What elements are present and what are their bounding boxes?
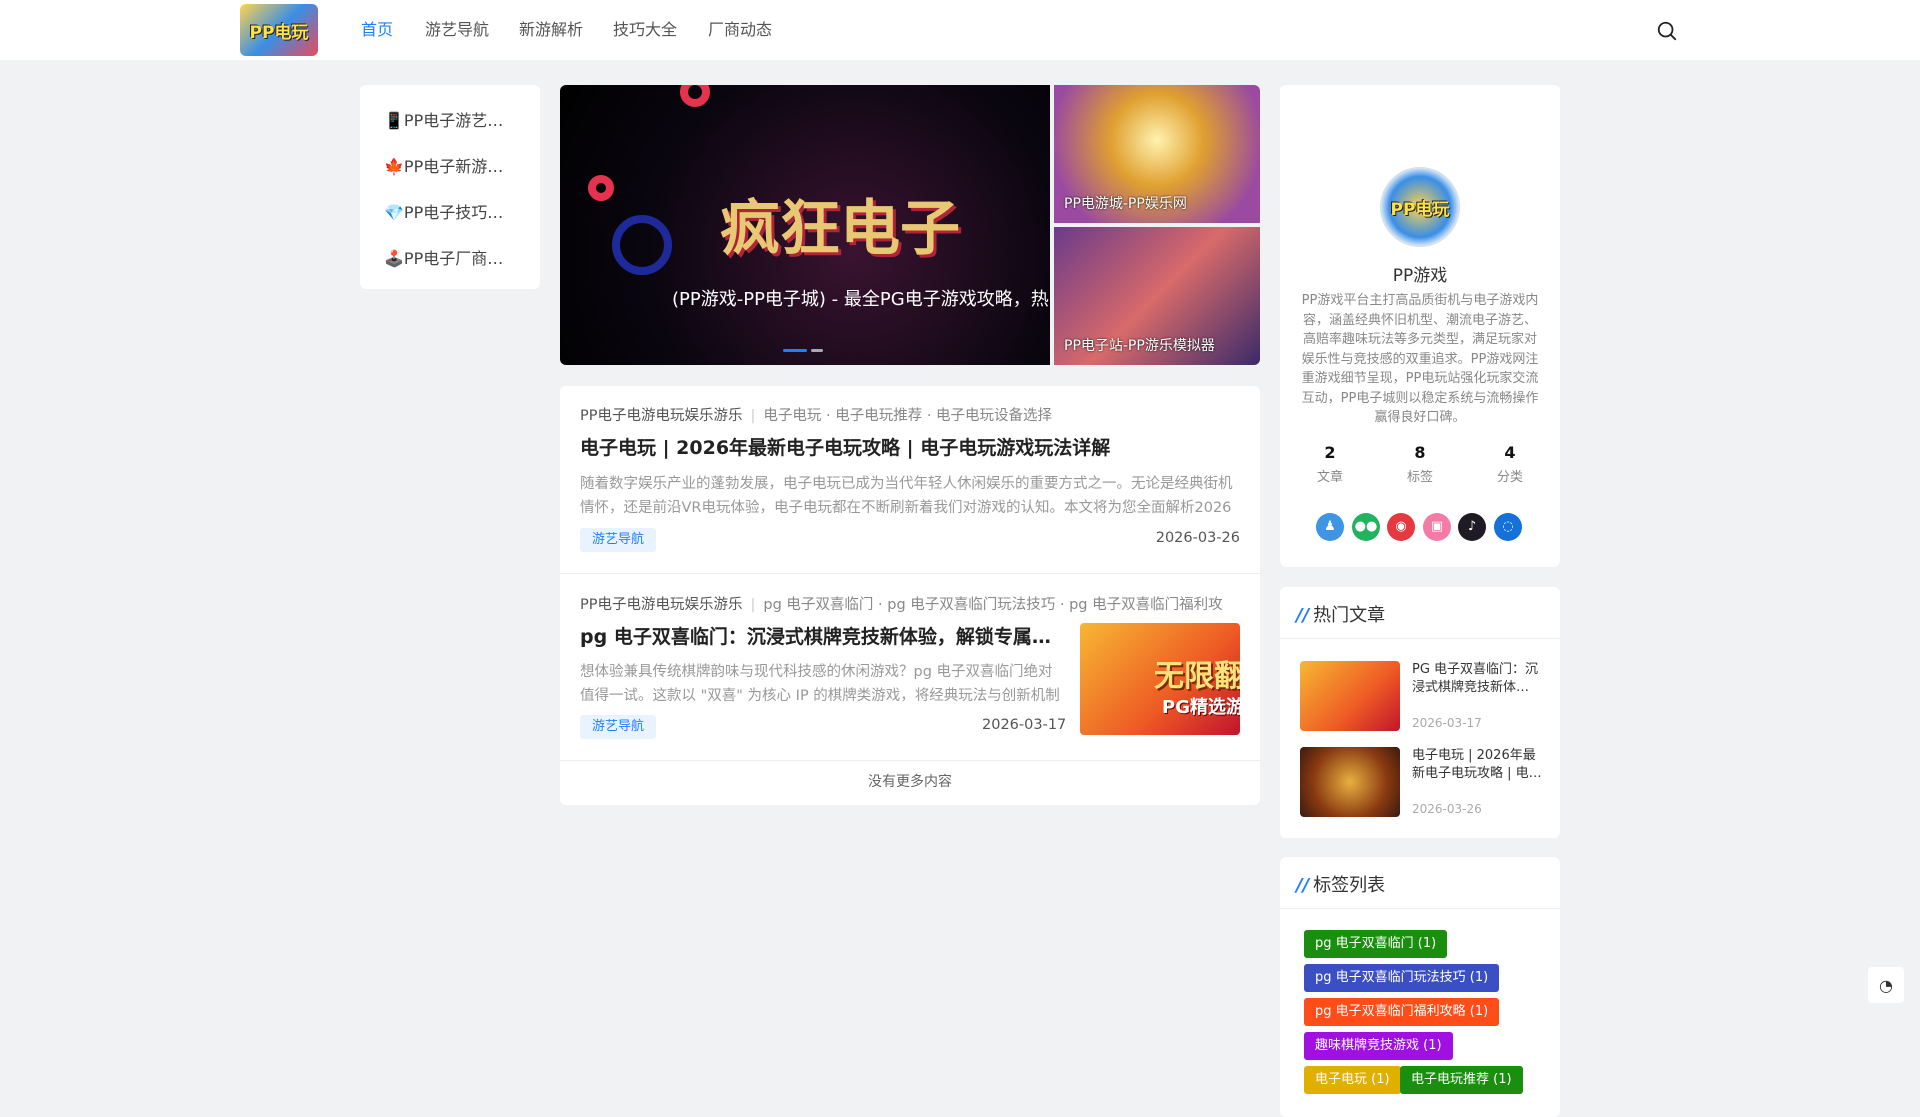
article-tags[interactable]: 电子电玩 · 电子电玩推荐 · 电子电玩设备选择	[763, 408, 1052, 424]
qq-icon[interactable]: ♟	[1316, 513, 1344, 541]
side-caption: PP电游城-PP娱乐网	[1064, 196, 1187, 212]
menu-label: PP电子技巧…	[403, 203, 504, 222]
carousel-side-1[interactable]: PP电游城-PP娱乐网	[1054, 85, 1260, 223]
phone-icon: 📱	[384, 111, 404, 130]
article-meta: PP电子电游电玩娱乐游乐 | 电子电玩 · 电子电玩推荐 · 电子电玩设备选择	[580, 408, 1053, 424]
carousel-side-2[interactable]: PP电子站-PP游乐模拟器	[1054, 227, 1260, 365]
nav-games[interactable]: 游艺导航	[425, 0, 489, 60]
widget-title: //热门文章	[1296, 605, 1386, 626]
article-excerpt: 想体验兼具传统棋牌韵味与现代科技感的休闲游戏？pg 电子双喜临门绝对值得一试。这…	[580, 664, 1060, 704]
profile-description: PP游戏平台主打高品质街机与电子游戏内容，涵盖经典怀旧机型、潮流电子游艺、高赔率…	[1301, 293, 1539, 425]
tag-chip[interactable]: pg 电子双喜临门福利攻略 (1)	[1304, 998, 1500, 1026]
no-more-content: 没有更多内容	[868, 774, 952, 790]
ring-decoration	[612, 215, 672, 275]
widget-title: //标签列表	[1296, 875, 1386, 896]
tag-chip[interactable]: 电子电玩 (1)	[1304, 1066, 1401, 1094]
divider	[1280, 638, 1560, 639]
article-title[interactable]: pg 电子双喜临门：沉浸式棋牌竞技新体验，解锁专属福利	[580, 622, 1065, 649]
menu-item-games[interactable]: 📱PP电子游艺…	[384, 107, 503, 131]
menu-label: PP电子新游…	[403, 157, 504, 176]
hot-article-date: 2026-03-17	[1412, 716, 1482, 730]
avatar[interactable]: PP电玩	[1380, 167, 1460, 247]
nav-tips[interactable]: 技巧大全	[613, 0, 677, 60]
divider	[560, 573, 1260, 574]
side-caption: PP电子站-PP游乐模拟器	[1064, 338, 1215, 354]
hot-articles-widget: //热门文章 PG 电子双喜临门：沉浸式棋牌竞技新体… 2026-03-17 电…	[1280, 587, 1560, 838]
stat-articles[interactable]: 2 文章	[1290, 443, 1370, 485]
category-menu: 📱PP电子游艺… 🍁PP电子新游… 💎PP电子技巧… 🕹️PP电子厂商…	[360, 85, 540, 289]
ring-decoration	[588, 175, 614, 201]
menu-item-tips[interactable]: 💎PP电子技巧…	[384, 199, 503, 223]
stat-label: 分类	[1496, 470, 1523, 485]
profile-card: PP电玩 PP游戏 PP游戏平台主打高品质街机与电子游戏内容，涵盖经典怀旧机型、…	[1280, 85, 1560, 567]
article-category[interactable]: PP电子电游电玩娱乐游乐	[580, 597, 743, 613]
site-logo[interactable]: PP电玩	[240, 4, 318, 56]
thumb-text: 无限翻	[1154, 659, 1240, 694]
dark-mode-toggle-icon[interactable]: ◔	[1868, 967, 1904, 1003]
article-date: 2026-03-17	[982, 717, 1067, 733]
tag-chip[interactable]: pg 电子双喜临门 (1)	[1304, 930, 1448, 958]
profile-name: PP游戏	[1392, 266, 1448, 286]
article-thumbnail[interactable]: 无限翻 PG精选游	[1080, 623, 1240, 735]
carousel-caption[interactable]: (PP游戏-PP电子城) - 最全PG电子游戏攻略，热	[672, 285, 1049, 311]
tag-chip[interactable]: 电子电玩推荐 (1)	[1400, 1066, 1523, 1094]
hot-article-thumbnail[interactable]	[1300, 661, 1400, 731]
carousel-dots[interactable]	[783, 349, 823, 352]
article-date: 2026-03-26	[1155, 530, 1240, 546]
stat-label: 标签	[1406, 470, 1433, 485]
bilibili-icon[interactable]: ▣	[1423, 513, 1451, 541]
gem-icon: 💎	[384, 203, 404, 222]
header: PP电玩 首页 游艺导航 新游解析 技巧大全 厂商动态	[0, 0, 1920, 60]
article-badge[interactable]: 游艺导航	[580, 528, 657, 552]
maple-leaf-icon: 🍁	[384, 157, 404, 176]
ring-decoration	[680, 85, 710, 107]
tag-chip[interactable]: 趣味棋牌竞技游戏 (1)	[1304, 1032, 1453, 1060]
stat-value: 8	[1414, 443, 1426, 462]
wechat-icon[interactable]: ●●	[1352, 513, 1380, 541]
stat-label: 文章	[1316, 470, 1343, 485]
search-icon[interactable]	[1656, 20, 1678, 42]
divider	[560, 760, 1260, 761]
article-meta: PP电子电游电玩娱乐游乐 | pg 电子双喜临门 · pg 电子双喜临门玩法技巧 ·…	[580, 597, 1223, 613]
thumb-subtext: PG精选游	[1162, 697, 1240, 718]
menu-label: PP电子厂商…	[403, 249, 504, 268]
stat-tags[interactable]: 8 标签	[1380, 443, 1460, 485]
tag-list-widget: //标签列表 pg 电子双喜临门 (1) pg 电子双喜临门玩法技巧 (1) p…	[1280, 857, 1560, 1117]
article-title[interactable]: 电子电玩 | 2026年最新电子电玩攻略 | 电子电玩游戏玩法详解	[580, 433, 1240, 460]
article-category[interactable]: PP电子电游电玩娱乐游乐	[580, 408, 743, 424]
hot-article-date: 2026-03-26	[1412, 802, 1482, 816]
hot-article-thumbnail[interactable]	[1300, 747, 1400, 817]
joystick-icon: 🕹️	[384, 249, 404, 268]
tiktok-icon[interactable]: ♪	[1458, 513, 1486, 541]
stat-value: 4	[1504, 443, 1516, 462]
divider	[1280, 908, 1560, 909]
article-excerpt: 随着数字娱乐产业的蓬勃发展，电子电玩已成为当代年轻人休闲娱乐的重要方式之一。无论…	[580, 476, 1233, 516]
weibo-icon[interactable]: ◉	[1387, 513, 1415, 541]
menu-item-vendors[interactable]: 🕹️PP电子厂商…	[384, 245, 503, 269]
tag-chip[interactable]: pg 电子双喜临门玩法技巧 (1)	[1304, 964, 1500, 992]
carousel-art-text: 疯狂电子	[720, 194, 960, 264]
article-badge[interactable]: 游艺导航	[580, 715, 657, 739]
article-list: PP电子电游电玩娱乐游乐 | 电子电玩 · 电子电玩推荐 · 电子电玩设备选择 电子…	[560, 386, 1260, 805]
hot-article-title[interactable]: 电子电玩 | 2026年最新电子电玩攻略 | 电…	[1412, 747, 1544, 783]
stat-categories[interactable]: 4 分类	[1470, 443, 1550, 485]
main-carousel[interactable]: 疯狂电子 (PP游戏-PP电子城) - 最全PG电子游戏攻略，热	[560, 85, 1050, 365]
article-tags[interactable]: pg 电子双喜临门 · pg 电子双喜临门玩法技巧 · pg 电子双喜临门福利攻	[763, 597, 1222, 613]
menu-label: PP电子游艺…	[403, 111, 504, 130]
hot-article-title[interactable]: PG 电子双喜临门：沉浸式棋牌竞技新体…	[1412, 661, 1544, 697]
nav-vendors[interactable]: 厂商动态	[708, 0, 772, 60]
menu-item-new-games[interactable]: 🍁PP电子新游…	[384, 153, 503, 177]
stat-value: 2	[1324, 443, 1336, 462]
nav-home[interactable]: 首页	[361, 0, 393, 60]
nav-new-games[interactable]: 新游解析	[519, 0, 583, 60]
message-icon[interactable]: ◌	[1494, 513, 1522, 541]
